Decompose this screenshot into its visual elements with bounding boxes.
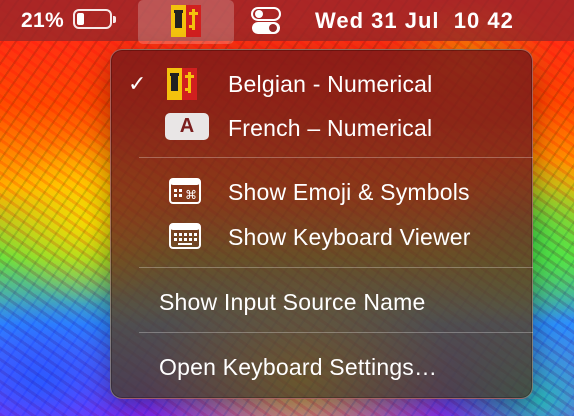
menu-separator — [139, 332, 533, 333]
input-source-label: Belgian - Numerical — [228, 71, 433, 97]
battery-fill — [77, 13, 84, 25]
geneva-flag-icon — [167, 68, 197, 100]
checkmark-icon: ✓ — [128, 71, 147, 96]
emoji-symbols-icon: ⌘ — [169, 178, 201, 204]
show-keyboard-viewer-item[interactable]: Show Keyboard Viewer — [111, 216, 532, 256]
show-input-source-name-item[interactable]: Show Input Source Name — [111, 281, 532, 321]
input-source-dropdown: ✓ Belgian - Numerical A French – Numeric… — [110, 49, 533, 399]
menu-bar: 21% Wed 31 Jul 10 42 — [0, 0, 574, 44]
input-source-label: French – Numerical — [228, 115, 433, 141]
show-emoji-symbols-item[interactable]: ⌘ Show Emoji & Symbols — [111, 171, 532, 211]
battery-icon[interactable] — [73, 9, 119, 31]
input-source-belgian-numerical[interactable]: ✓ Belgian - Numerical — [111, 63, 532, 103]
svg-text:⌘: ⌘ — [185, 188, 197, 202]
battery-percentage: 21% — [21, 9, 64, 32]
battery-cap — [113, 16, 116, 23]
menu-separator — [139, 267, 533, 268]
menu-item-label: Open Keyboard Settings… — [159, 354, 438, 380]
menu-separator — [139, 157, 533, 158]
menu-item-label: Show Keyboard Viewer — [228, 224, 471, 250]
keyboard-viewer-icon — [169, 223, 201, 249]
letter-a-badge-icon: A — [165, 113, 209, 140]
menu-item-label: Show Emoji & Symbols — [228, 179, 470, 205]
menu-item-label: Show Input Source Name — [159, 289, 426, 315]
clock[interactable]: Wed 31 Jul 10 42 — [315, 8, 514, 34]
input-source-french-numerical[interactable]: A French – Numerical — [111, 107, 532, 147]
open-keyboard-settings-item[interactable]: Open Keyboard Settings… — [111, 346, 532, 386]
input-source-menu-button[interactable] — [138, 0, 234, 44]
control-center-icon[interactable] — [251, 7, 281, 35]
geneva-flag-icon — [171, 5, 201, 37]
